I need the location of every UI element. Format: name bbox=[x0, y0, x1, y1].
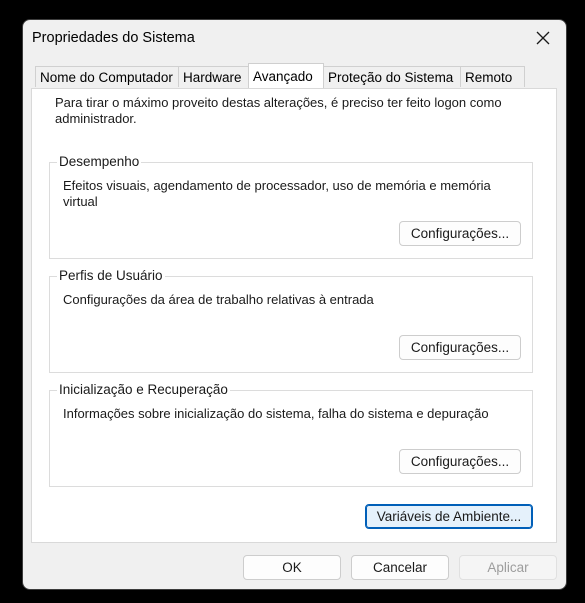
tab-system-protection[interactable]: Proteção do Sistema bbox=[323, 66, 461, 87]
cancel-button[interactable]: Cancelar bbox=[351, 555, 449, 580]
performance-group-title: Desempenho bbox=[57, 154, 142, 169]
apply-button[interactable]: Aplicar bbox=[459, 555, 557, 580]
advanced-tab-panel: Para tirar o máximo proveito destas alte… bbox=[31, 88, 557, 543]
tab-hardware[interactable]: Hardware bbox=[178, 66, 249, 87]
startup-recovery-group: Inicialização e Recuperação Informações … bbox=[49, 382, 533, 487]
user-profiles-group-title: Perfis de Usuário bbox=[57, 268, 165, 283]
performance-group: Desempenho Efeitos visuais, agendamento … bbox=[49, 154, 533, 259]
performance-settings-button[interactable]: Configurações... bbox=[399, 221, 521, 246]
ok-button[interactable]: OK bbox=[243, 555, 341, 580]
user-profiles-description: Configurações da área de trabalho relati… bbox=[63, 292, 374, 307]
title-bar: Propriedades do Sistema bbox=[23, 20, 566, 58]
admin-notice: Para tirar o máximo proveito destas alte… bbox=[55, 95, 502, 126]
startup-recovery-group-title: Inicialização e Recuperação bbox=[57, 382, 230, 397]
close-button[interactable] bbox=[520, 20, 566, 56]
environment-variables-button[interactable]: Variáveis de Ambiente... bbox=[365, 504, 533, 529]
performance-description: Efeitos visuais, agendamento de processa… bbox=[63, 178, 491, 209]
tab-advanced[interactable]: Avançado bbox=[248, 63, 324, 88]
tab-computer-name[interactable]: Nome do Computador bbox=[35, 66, 179, 87]
system-properties-window: Propriedades do Sistema Nome do Computad… bbox=[22, 19, 567, 590]
startup-recovery-description: Informações sobre inicialização do siste… bbox=[63, 406, 489, 421]
user-profiles-settings-button[interactable]: Configurações... bbox=[399, 335, 521, 360]
close-icon bbox=[536, 31, 550, 45]
user-profiles-group: Perfis de Usuário Configurações da área … bbox=[49, 268, 533, 373]
tab-remote[interactable]: Remoto bbox=[460, 66, 525, 87]
startup-recovery-settings-button[interactable]: Configurações... bbox=[399, 449, 521, 474]
window-title: Propriedades do Sistema bbox=[32, 30, 195, 46]
